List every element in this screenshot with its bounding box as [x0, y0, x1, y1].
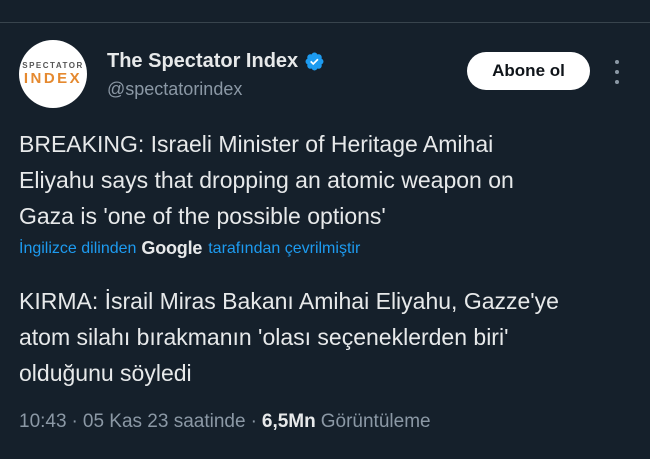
- verified-badge-icon: [305, 52, 324, 71]
- meta-separator: ·: [250, 411, 257, 432]
- tweet-line: Gaza is 'one of the possible options': [19, 203, 386, 229]
- google-logo: Google: [141, 238, 203, 258]
- tweet-meta: 10:43 · 05 Kas 23 saatinde · 6,5Mn Görün…: [19, 411, 431, 433]
- tweet-time[interactable]: 10:43: [19, 411, 67, 433]
- more-dot: [615, 60, 619, 64]
- avatar[interactable]: SPECTATOR INDEX: [19, 40, 87, 108]
- meta-separator: ·: [71, 411, 78, 432]
- translated-line: olduğunu söyledi: [19, 360, 192, 386]
- translated-line: atom silahı bırakmanın 'olası seçenekler…: [19, 324, 509, 350]
- translation-notice[interactable]: İngilizce dilinden Google tarafından çev…: [19, 238, 360, 259]
- translated-text: KIRMA: İsrail Miras Bakanı Amihai Eliyah…: [19, 283, 629, 391]
- follow-button[interactable]: Abone ol: [467, 52, 590, 90]
- author-name-row: The Spectator Index: [107, 50, 325, 73]
- avatar-text-bottom: INDEX: [23, 70, 83, 87]
- author-name[interactable]: The Spectator Index: [107, 50, 298, 73]
- translation-notice-suffix[interactable]: tarafından çevrilmiştir: [208, 240, 360, 258]
- more-options-icon[interactable]: [607, 58, 627, 86]
- author-handle[interactable]: @spectatorindex: [107, 79, 242, 100]
- more-dot: [615, 80, 619, 84]
- tweet-date[interactable]: 05 Kas 23 saatinde: [83, 411, 246, 433]
- view-count[interactable]: 6,5Mn: [262, 411, 316, 433]
- more-dot: [615, 70, 619, 74]
- tweet-text: BREAKING: Israeli Minister of Heritage A…: [19, 126, 619, 234]
- top-divider: [0, 22, 650, 23]
- tweet-line: BREAKING: Israeli Minister of Heritage A…: [19, 131, 494, 157]
- translation-notice-prefix[interactable]: İngilizce dilinden: [19, 240, 136, 258]
- avatar-text-top: SPECTATOR: [22, 61, 84, 70]
- view-count-label: Görüntüleme: [320, 411, 431, 432]
- tweet-line: Eliyahu says that dropping an atomic wea…: [19, 167, 514, 193]
- translated-line: KIRMA: İsrail Miras Bakanı Amihai Eliyah…: [19, 288, 559, 314]
